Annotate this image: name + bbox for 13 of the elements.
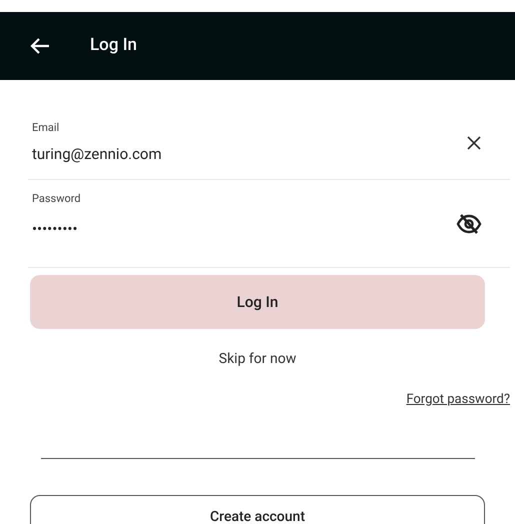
forgot-password-link[interactable]: Forgot password? xyxy=(406,390,510,410)
clear-icon[interactable] xyxy=(466,134,482,150)
skip-link[interactable]: Skip for now xyxy=(218,349,296,370)
field-label: Email xyxy=(32,120,60,136)
password-field[interactable]: Password ••••••••• xyxy=(28,180,510,268)
field-value: turing@zennio.com xyxy=(32,144,163,164)
create-account-button[interactable]: Create account xyxy=(30,494,485,524)
field-value: ••••••••• xyxy=(32,218,79,240)
header-title: Log In xyxy=(90,34,137,58)
field-label: Password xyxy=(32,191,82,207)
back-arrow-icon[interactable] xyxy=(30,37,50,55)
eye-slash-icon[interactable] xyxy=(456,212,482,236)
email-field[interactable]: Email turing@zennio.com xyxy=(28,106,510,180)
